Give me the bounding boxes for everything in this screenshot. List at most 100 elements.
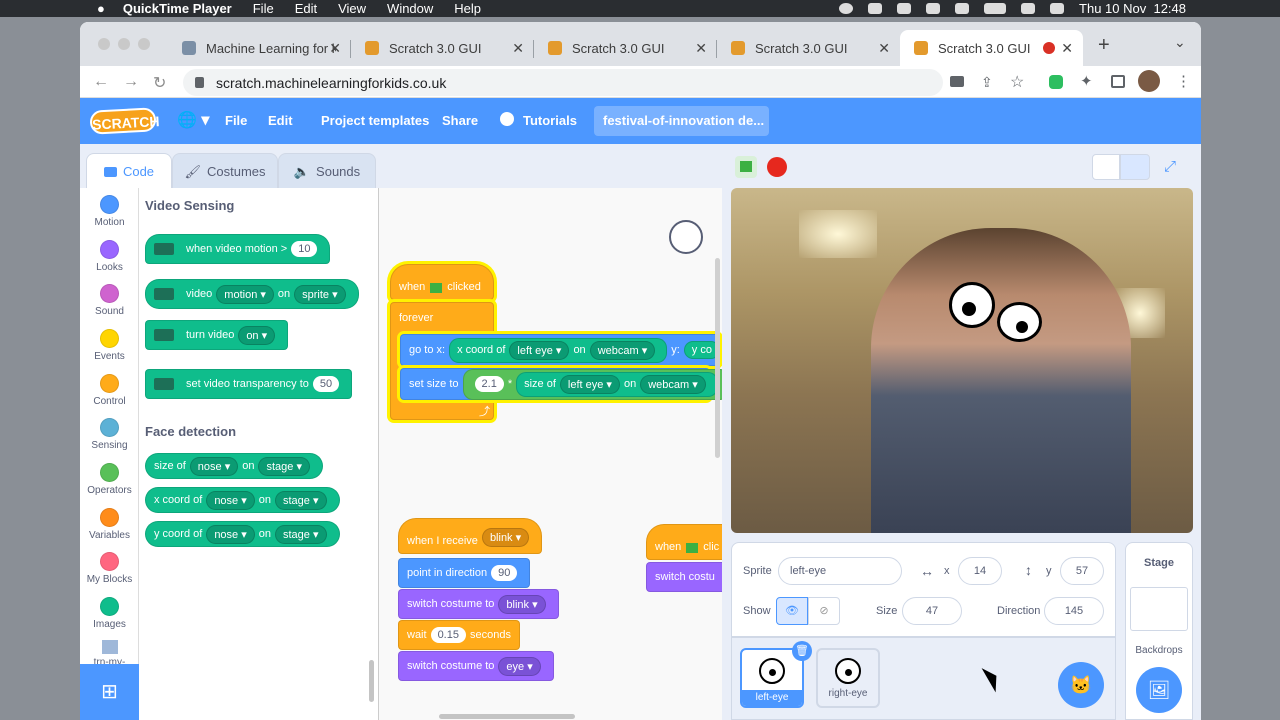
wait-seconds-input[interactable]: 0.15 [430,627,466,643]
face-part-dropdown[interactable]: nose ▾ [189,456,239,476]
show-visible-button[interactable]: 👁 [776,597,808,625]
tutorials-lightbulb-icon[interactable] [500,112,514,126]
switch-costume-block-2[interactable]: switch costume to eye ▾ [398,651,554,681]
palette-scrollbar[interactable] [369,660,374,702]
elephant-icon[interactable] [868,3,883,14]
close-tab-icon[interactable]: ✕ [512,40,524,57]
source-dropdown[interactable]: webcam ▾ [640,374,706,394]
source-dropdown[interactable]: stage ▾ [275,524,327,544]
turn-video-block[interactable]: turn video on ▾ [145,320,289,350]
browser-tab-2[interactable]: Scratch 3.0 GUI ✕ [351,30,534,66]
script-when-flag-clicked-2[interactable]: when clic switch costu [646,524,722,604]
switch-costume-block-3[interactable]: switch costu [646,562,722,592]
x-coord-of-nose-reporter[interactable]: x coord of nose ▾ on stage ▾ [145,487,340,513]
record-status-icon[interactable] [839,3,854,14]
menubar-window[interactable]: Window [387,1,433,16]
scratch-logo[interactable]: SCRATCH [89,107,160,135]
edit-menu[interactable]: Edit [268,113,293,128]
costume-dropdown[interactable]: eye ▾ [498,656,541,676]
browser-tab-3[interactable]: Scratch 3.0 GUI ✕ [534,30,717,66]
script-vertical-scrollbar[interactable] [715,258,720,458]
sprite-dropdown[interactable]: sprite ▾ [294,284,346,304]
y-position-field[interactable]: 57 [1060,557,1104,585]
motion-dropdown[interactable]: motion ▾ [216,284,274,304]
control-center-icon[interactable] [1050,3,1065,14]
add-extension-button[interactable]: ⊞ [80,664,139,720]
source-dropdown[interactable]: stage ▾ [258,456,310,476]
browser-tab-1[interactable]: Machine Learning for k ✕ [168,30,351,66]
bookmark-star-icon[interactable]: ☆ [1010,72,1024,92]
category-variables[interactable]: Variables [80,508,139,541]
set-size-block[interactable]: set size to 2.1 * size of left eye ▾ on … [400,368,722,400]
no-entry-icon[interactable] [669,220,703,254]
right-eye-sprite[interactable] [997,302,1042,342]
extensions-puzzle-icon[interactable]: ✦ [1080,72,1093,90]
category-control[interactable]: Control [80,374,139,407]
close-tab-icon[interactable]: ✕ [695,40,707,57]
volume-icon[interactable] [926,3,941,14]
menubar-clock[interactable]: Thu 10 Nov 12:48 [1079,1,1186,16]
category-my-blocks[interactable]: My Blocks [80,552,139,585]
source-dropdown[interactable]: webcam ▾ [589,340,656,360]
browser-tab-5-active[interactable]: Scratch 3.0 GUI ✕ [900,30,1083,66]
small-stage-button[interactable] [1092,154,1120,180]
fullscreen-icon[interactable]: ⤢ [1164,158,1176,175]
source-dropdown[interactable]: stage ▾ [275,490,327,510]
motion-threshold-input[interactable]: 10 [291,241,318,257]
size-field[interactable]: 47 [902,597,962,625]
video-motion-reporter[interactable]: video motion ▾ on sprite ▾ [145,279,359,309]
window-zoom-button[interactable] [138,38,150,50]
file-menu[interactable]: File [225,113,247,128]
when-video-motion-block[interactable]: when video motion > 10 [145,234,331,264]
menubar-app-name[interactable]: QuickTime Player [123,1,232,16]
category-sound[interactable]: Sound [80,284,139,317]
browser-menu-icon[interactable]: ⋮ [1176,72,1191,90]
direction-field[interactable]: 145 [1044,597,1104,625]
choose-sprite-button[interactable]: 🐱 [1058,662,1104,708]
menubar-file[interactable]: File [253,1,274,16]
direction-input[interactable]: 90 [491,565,518,581]
wait-block[interactable]: wait 0.15 seconds [398,620,520,650]
evernote-icon[interactable] [897,3,912,14]
project-title-field[interactable]: festival-of-innovation de... [594,106,769,136]
tutorials-menu[interactable]: Tutorials [523,113,577,128]
large-stage-button[interactable] [1120,154,1150,180]
show-hidden-button[interactable]: ⊘ [808,597,840,625]
category-operators[interactable]: Operators [80,463,139,496]
costume-dropdown[interactable]: blink ▾ [498,594,546,614]
transparency-input[interactable]: 50 [312,376,340,392]
category-looks[interactable]: Looks [80,240,139,273]
sidebar-icon[interactable] [1111,75,1125,88]
category-events[interactable]: Events [80,329,139,362]
menubar-help[interactable]: Help [454,1,481,16]
share-icon[interactable]: ⇪ [981,74,993,91]
choose-backdrop-button[interactable]: 🖼 [1136,667,1182,713]
evernote-extension-icon[interactable] [1049,75,1063,89]
point-in-direction-block[interactable]: point in direction 90 [398,558,531,588]
browser-tab-4[interactable]: Scratch 3.0 GUI ✕ [717,30,900,66]
size-of-nose-reporter[interactable]: size of nose ▾ on stage ▾ [145,453,323,479]
left-eye-sprite[interactable] [949,282,995,328]
multiplier-input[interactable]: 2.1 [474,376,504,392]
tab-search-icon[interactable]: ⌄ [1174,34,1186,51]
category-motion[interactable]: Motion [80,195,139,228]
stage-canvas[interactable] [731,188,1193,533]
camera-icon[interactable] [950,76,964,87]
new-tab-button[interactable]: + [1098,34,1110,57]
category-images[interactable]: Images [80,597,139,630]
battery-icon[interactable] [984,3,1007,14]
window-close-button[interactable] [98,38,110,50]
menubar-view[interactable]: View [338,1,366,16]
tab-costumes[interactable]: 🖌 Costumes [172,153,278,189]
category-sensing[interactable]: Sensing [80,418,139,451]
script-area[interactable]: when clicked forever ⤴ go to x: x coord … [379,188,722,720]
language-globe-icon[interactable]: 🌐 ▾ [177,110,209,130]
tab-sounds[interactable]: 🔈 Sounds [278,153,376,189]
stop-button[interactable] [767,157,787,177]
apple-icon[interactable]: ● [97,1,105,16]
video-state-dropdown[interactable]: on ▾ [238,325,276,345]
sprite-thumb-right-eye[interactable]: right-eye [816,648,880,708]
size-of-reporter[interactable]: size of left eye ▾ on webcam ▾ [516,371,718,397]
sprite-thumb-left-eye[interactable]: left-eye 🗑 [740,641,812,708]
bluetooth-icon[interactable] [955,3,970,14]
